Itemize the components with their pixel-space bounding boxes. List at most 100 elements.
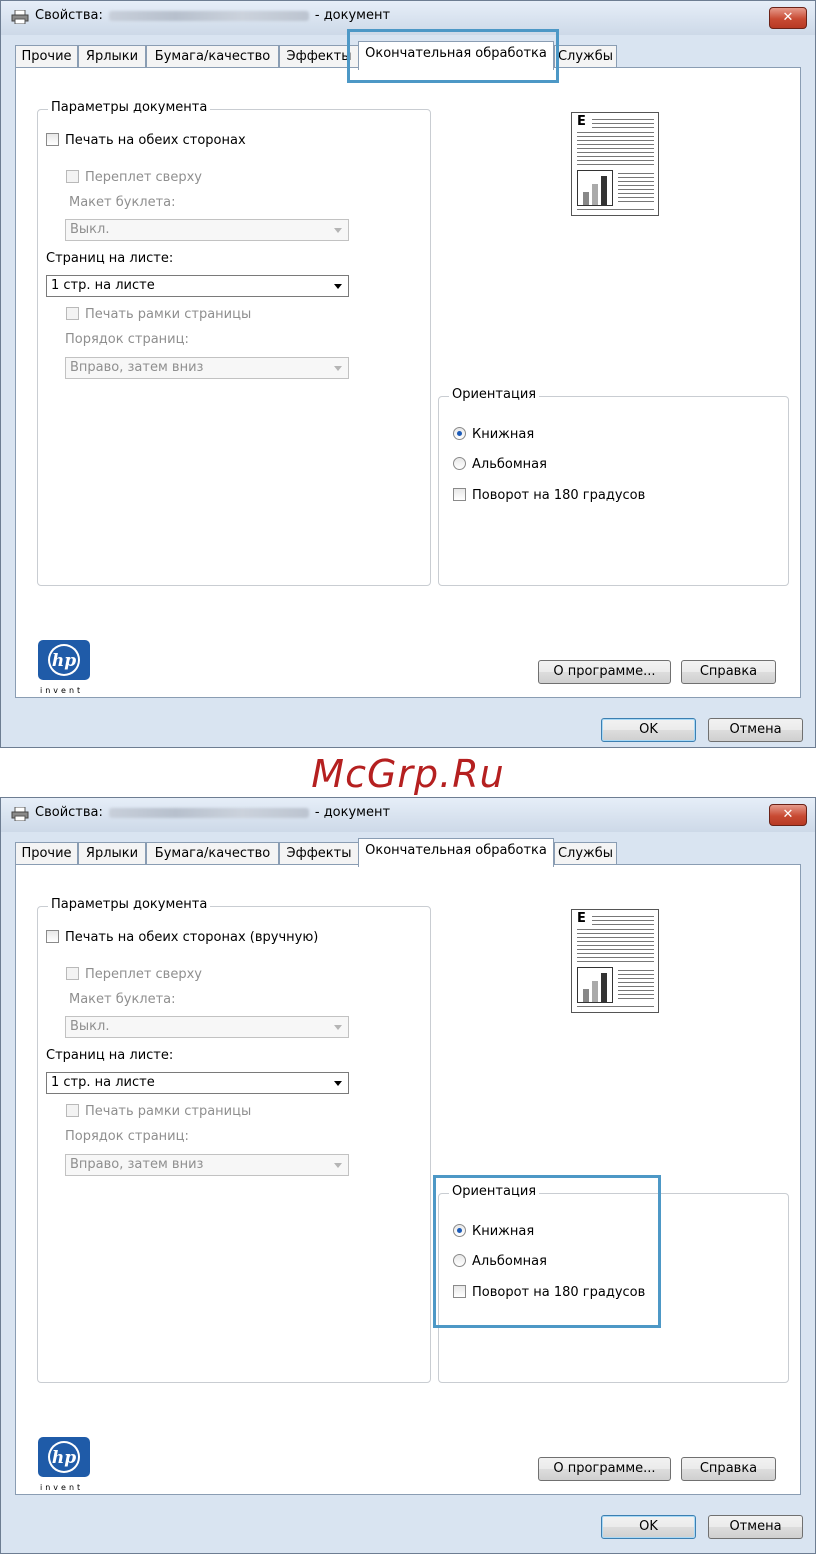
- landscape-radio[interactable]: Альбомная: [453, 457, 547, 472]
- landscape-label: Альбомная: [472, 457, 547, 472]
- booklet-value: Выкл.: [70, 222, 110, 237]
- chevron-down-icon: [334, 228, 342, 233]
- about-button[interactable]: О программе...: [538, 660, 671, 684]
- pages-per-sheet-label: Страниц на листе:: [46, 1048, 174, 1063]
- page-order-label: Порядок страниц:: [65, 332, 189, 347]
- tab-effects[interactable]: Эффекты: [279, 45, 359, 67]
- duplex-checkbox[interactable]: Печать на обеих сторонах: [46, 133, 246, 148]
- title-prefix: Свойства:: [35, 8, 103, 23]
- duplex-label: Печать на обеих сторонах (вручную): [65, 930, 319, 945]
- properties-dialog-1: Свойства: - документ ✕ Прочие Ярлыки Бума…: [0, 0, 816, 748]
- portrait-label: Книжная: [472, 427, 535, 442]
- page-preview: E: [571, 909, 659, 1013]
- bar-chart-icon: [577, 170, 613, 206]
- cancel-button[interactable]: Отмена: [708, 718, 803, 742]
- radio-button[interactable]: [453, 427, 466, 440]
- checkbox-box[interactable]: [46, 930, 59, 943]
- booklet-label: Макет буклета:: [69, 992, 176, 1007]
- pages-per-sheet-select[interactable]: 1 стр. на листе: [46, 1072, 349, 1094]
- booklet-select[interactable]: Выкл.: [65, 219, 349, 241]
- manual-duplex-checkbox[interactable]: Печать на обеих сторонах (вручную): [46, 930, 318, 945]
- checkbox-box[interactable]: [66, 307, 79, 320]
- booklet-value: Выкл.: [70, 1019, 110, 1034]
- help-button[interactable]: Справка: [681, 660, 776, 684]
- duplex-label: Печать на обеих сторонах: [65, 133, 246, 148]
- radio-button[interactable]: [453, 1254, 466, 1267]
- tab-other[interactable]: Прочие: [15, 45, 78, 67]
- page-order-select[interactable]: Вправо, затем вниз: [65, 1154, 349, 1176]
- tab-shortcuts[interactable]: Ярлыки: [78, 45, 146, 67]
- printer-icon: [11, 807, 29, 821]
- radio-button[interactable]: [453, 457, 466, 470]
- tab-finishing[interactable]: Окончательная обработка: [358, 838, 554, 867]
- radio-button[interactable]: [453, 1224, 466, 1237]
- ok-button[interactable]: OK: [601, 1515, 696, 1539]
- chevron-down-icon: [334, 1025, 342, 1030]
- tab-finishing[interactable]: Окончательная обработка: [358, 41, 554, 70]
- portrait-radio[interactable]: Книжная: [453, 1224, 534, 1239]
- about-button[interactable]: О программе...: [538, 1457, 671, 1481]
- hp-invent-text: invent: [40, 686, 84, 695]
- title-suffix: - документ: [314, 805, 391, 820]
- tab-paper-quality[interactable]: Бумага/качество: [146, 842, 279, 864]
- document-options-legend: Параметры документа: [48, 100, 211, 115]
- cancel-button[interactable]: Отмена: [708, 1515, 803, 1539]
- print-borders-checkbox[interactable]: Печать рамки страницы: [66, 307, 251, 322]
- checkbox-box[interactable]: [66, 967, 79, 980]
- page-order-select[interactable]: Вправо, затем вниз: [65, 357, 349, 379]
- preview-letter-icon: E: [577, 114, 586, 129]
- checkbox-box[interactable]: [66, 1104, 79, 1117]
- print-borders-label: Печать рамки страницы: [85, 1104, 252, 1119]
- finishing-panel: Параметры документа Печать на обеих стор…: [15, 67, 801, 698]
- checkbox-box[interactable]: [46, 133, 59, 146]
- booklet-select[interactable]: Выкл.: [65, 1016, 349, 1038]
- chevron-down-icon: [334, 284, 342, 289]
- printer-icon: [11, 10, 29, 24]
- tab-other[interactable]: Прочие: [15, 842, 78, 864]
- orientation-legend: Ориентация: [449, 1184, 540, 1199]
- finishing-panel: Параметры документа Печать на обеих стор…: [15, 864, 801, 1495]
- page-order-value: Вправо, затем вниз: [70, 360, 204, 375]
- rotate-180-checkbox[interactable]: Поворот на 180 градусов: [453, 1285, 645, 1300]
- binding-label: Переплет сверху: [85, 967, 202, 982]
- checkbox-box[interactable]: [453, 488, 466, 501]
- tab-services[interactable]: Службы: [554, 842, 617, 864]
- title-prefix: Свойства:: [35, 805, 103, 820]
- binding-checkbox[interactable]: Переплет сверху: [66, 967, 202, 982]
- landscape-radio[interactable]: Альбомная: [453, 1254, 547, 1269]
- tab-services[interactable]: Службы: [554, 45, 617, 67]
- tab-effects[interactable]: Эффекты: [279, 842, 359, 864]
- properties-dialog-2: Свойства: - документ ✕ Прочие Ярлыки Бума…: [0, 797, 816, 1554]
- tab-paper-quality[interactable]: Бумага/качество: [146, 45, 279, 67]
- print-borders-label: Печать рамки страницы: [85, 307, 252, 322]
- site-watermark: McGrp.Ru: [311, 752, 505, 796]
- landscape-label: Альбомная: [472, 1254, 547, 1269]
- svg-text:hp: hp: [52, 1448, 76, 1468]
- print-borders-checkbox[interactable]: Печать рамки страницы: [66, 1104, 251, 1119]
- rotate-label: Поворот на 180 градусов: [472, 1285, 646, 1300]
- portrait-radio[interactable]: Книжная: [453, 427, 534, 442]
- pages-per-sheet-select[interactable]: 1 стр. на листе: [46, 275, 349, 297]
- ok-button[interactable]: OK: [601, 718, 696, 742]
- help-button[interactable]: Справка: [681, 1457, 776, 1481]
- title-suffix: - документ: [314, 8, 391, 23]
- close-button[interactable]: ✕: [769, 7, 807, 29]
- rotate-180-checkbox[interactable]: Поворот на 180 градусов: [453, 488, 645, 503]
- window-title: Свойства: - документ: [35, 805, 390, 820]
- page-order-value: Вправо, затем вниз: [70, 1157, 204, 1172]
- binding-checkbox[interactable]: Переплет сверху: [66, 170, 202, 185]
- hp-logo: hp: [38, 1437, 90, 1477]
- checkbox-box[interactable]: [453, 1285, 466, 1298]
- pages-per-sheet-value: 1 стр. на листе: [51, 278, 155, 293]
- checkbox-box[interactable]: [66, 170, 79, 183]
- close-button[interactable]: ✕: [769, 804, 807, 826]
- booklet-label: Макет буклета:: [69, 195, 176, 210]
- title-bar: Свойства: - документ ✕: [1, 1, 815, 35]
- rotate-label: Поворот на 180 градусов: [472, 488, 646, 503]
- tab-shortcuts[interactable]: Ярлыки: [78, 842, 146, 864]
- svg-text:hp: hp: [52, 651, 76, 671]
- title-bar: Свойства: - документ ✕: [1, 798, 815, 832]
- page-order-label: Порядок страниц:: [65, 1129, 189, 1144]
- portrait-label: Книжная: [472, 1224, 535, 1239]
- printer-name-redacted: [108, 10, 309, 21]
